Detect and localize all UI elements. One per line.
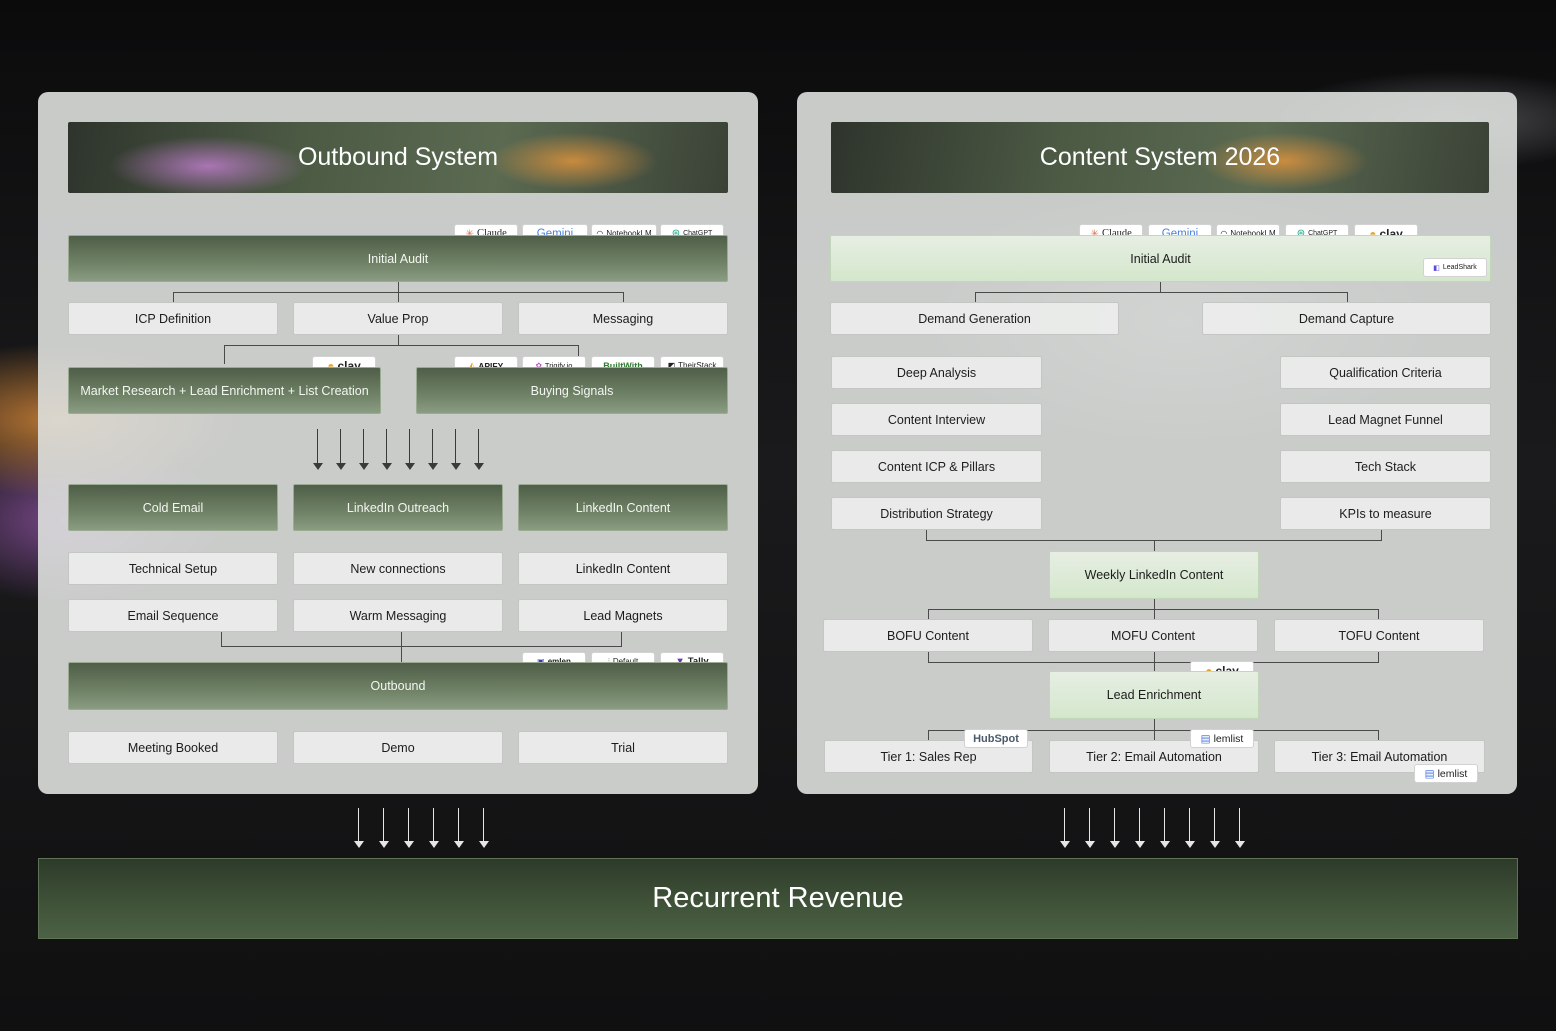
content-initial-audit: Initial Audit	[830, 235, 1491, 282]
connector	[401, 632, 402, 662]
outbound-stage: Outbound	[68, 662, 728, 710]
connector	[975, 292, 1348, 293]
kpis-to-measure: KPIs to measure	[1280, 497, 1491, 530]
outbound-panel: Outbound System ✳ Claude Gemini ◠ Notebook…	[38, 92, 758, 794]
arrow-down	[1235, 808, 1245, 848]
connector	[1381, 530, 1382, 540]
outbound-title: Outbound System	[297, 143, 499, 171]
connector	[398, 292, 399, 302]
connector	[1154, 652, 1155, 671]
connector	[926, 530, 927, 540]
lemlist-icon: ▤	[1200, 732, 1211, 745]
arrow-down	[405, 429, 415, 470]
outbound-initial-audit: Initial Audit	[68, 235, 728, 282]
tool-chip-leadshark: ◧ LeadShark	[1423, 258, 1487, 277]
arrow-down	[313, 429, 323, 470]
outcome-trial: Trial	[518, 731, 728, 764]
connector	[1160, 282, 1161, 292]
connector	[623, 292, 624, 302]
outcome-demo: Demo	[293, 731, 503, 764]
connector	[928, 609, 929, 619]
arrow-down	[1085, 808, 1095, 848]
connector	[975, 292, 976, 302]
connector	[1378, 609, 1379, 619]
deep-analysis: Deep Analysis	[831, 356, 1042, 389]
arrow-down	[379, 808, 389, 848]
connector	[224, 345, 225, 364]
channel-linkedin-outreach: LinkedIn Outreach	[293, 484, 503, 531]
arrow-down	[404, 808, 414, 848]
weekly-linkedin-content: Weekly LinkedIn Content	[1049, 551, 1259, 599]
tool-chip-lemlist: ▤ lemlist	[1190, 729, 1254, 748]
new-connections: New connections	[293, 552, 503, 585]
arrow-down	[1210, 808, 1220, 848]
connector	[928, 730, 929, 740]
arrow-down	[474, 429, 484, 470]
connector	[398, 282, 399, 292]
icp-definition: ICP Definition	[68, 302, 278, 335]
arrow-down	[336, 429, 346, 470]
arrow-down	[479, 808, 489, 848]
arrow-down	[454, 808, 464, 848]
market-research-list-creation: Market Research + Lead Enrichment + List…	[68, 367, 381, 414]
content-interview: Content Interview	[831, 403, 1042, 436]
arrow-down	[359, 429, 369, 470]
content-icp-pillars: Content ICP & Pillars	[831, 450, 1042, 483]
channel-linkedin-content: LinkedIn Content	[518, 484, 728, 531]
connector	[1378, 730, 1379, 740]
lead-magnet-funnel: Lead Magnet Funnel	[1280, 403, 1491, 436]
demand-generation: Demand Generation	[830, 302, 1119, 335]
tofu-content: TOFU Content	[1274, 619, 1484, 652]
connector	[1378, 652, 1379, 662]
arrow-down	[354, 808, 364, 848]
arrow-down	[382, 429, 392, 470]
email-sequence: Email Sequence	[68, 599, 278, 632]
content-title: Content System 2026	[1039, 143, 1281, 171]
arrow-down	[1110, 808, 1120, 848]
arrow-down	[1160, 808, 1170, 848]
warm-messaging: Warm Messaging	[293, 599, 503, 632]
buying-signals: Buying Signals	[416, 367, 728, 414]
distribution-strategy: Distribution Strategy	[831, 497, 1042, 530]
outcome-meeting-booked: Meeting Booked	[68, 731, 278, 764]
connector	[224, 345, 578, 346]
technical-setup: Technical Setup	[68, 552, 278, 585]
arrow-down	[428, 429, 438, 470]
arrow-down	[429, 808, 439, 848]
tech-stack: Tech Stack	[1280, 450, 1491, 483]
channel-cold-email: Cold Email	[68, 484, 278, 531]
recurrent-revenue: Recurrent Revenue	[38, 858, 1518, 939]
lead-enrichment: Lead Enrichment	[1049, 671, 1259, 719]
linkedin-content-task: LinkedIn Content	[518, 552, 728, 585]
connector	[1347, 292, 1348, 302]
connector	[173, 292, 174, 302]
leadshark-icon: ◧	[1433, 264, 1440, 272]
messaging: Messaging	[518, 302, 728, 335]
connector	[1154, 540, 1155, 551]
lemlist-icon: ▤	[1424, 767, 1435, 780]
mofu-content: MOFU Content	[1048, 619, 1258, 652]
demand-capture: Demand Capture	[1202, 302, 1491, 335]
arrow-down	[1060, 808, 1070, 848]
tool-chip-lemlist: ▤ lemlist	[1414, 764, 1478, 783]
outbound-header: Outbound System	[68, 122, 728, 193]
connector	[1154, 599, 1155, 609]
arrow-down	[1185, 808, 1195, 848]
connector	[221, 632, 222, 646]
arrow-down	[451, 429, 461, 470]
content-header: Content System 2026	[831, 122, 1489, 193]
tool-chip-hubspot: HubSpot	[964, 729, 1028, 748]
content-panel: Content System 2026 ✳ Claude Gemini ◠ Note…	[797, 92, 1517, 794]
qualification-criteria: Qualification Criteria	[1280, 356, 1491, 389]
connector	[221, 646, 622, 647]
connector	[1154, 609, 1155, 619]
connector	[621, 632, 622, 646]
lead-magnets: Lead Magnets	[518, 599, 728, 632]
bofu-content: BOFU Content	[823, 619, 1033, 652]
connector	[398, 335, 399, 345]
connector	[928, 652, 929, 662]
arrow-down	[1135, 808, 1145, 848]
value-prop: Value Prop	[293, 302, 503, 335]
